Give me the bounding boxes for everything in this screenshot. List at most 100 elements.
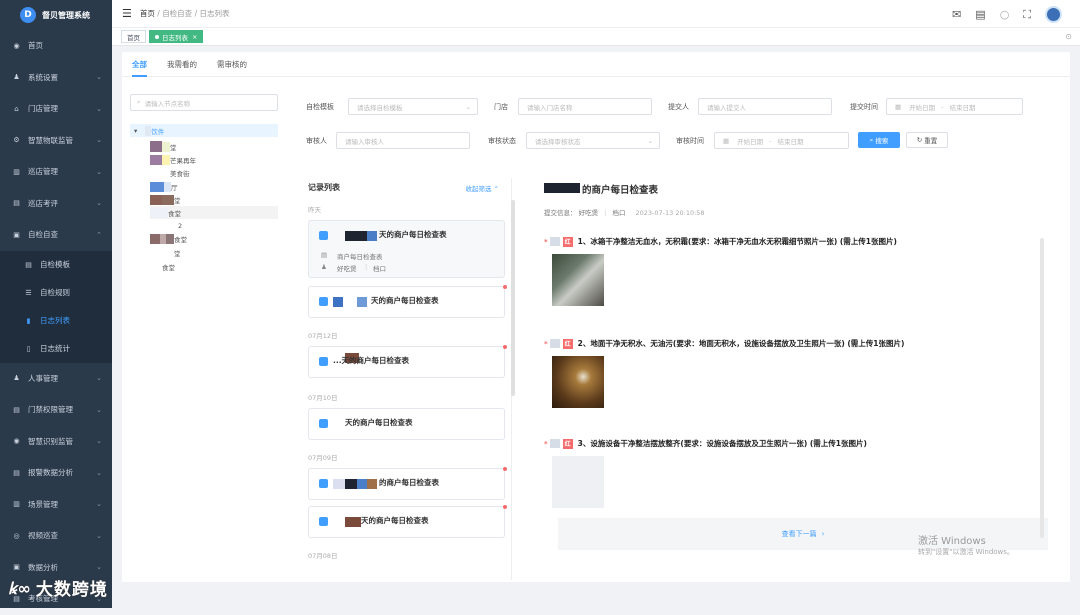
- store-label: 门店: [494, 102, 508, 111]
- detail-meta: 提交信息： 好吃煲 | 档口 2023-07-13 20:10:58: [544, 209, 705, 217]
- tree-node-label: 2: [178, 221, 183, 230]
- sidebar-item[interactable]: ⌂ 门店管理 ⌄: [0, 93, 112, 125]
- tag-log-list[interactable]: 日志列表 ×: [149, 30, 204, 43]
- search-button[interactable]: ⌕ 搜索: [858, 132, 900, 148]
- breadcrumb-home[interactable]: 首页: [140, 9, 155, 18]
- form-icon: [319, 297, 328, 306]
- tree-node-label: 食堂: [162, 263, 175, 272]
- chevron-down-icon: ⌄: [96, 468, 102, 477]
- record-card[interactable]: 天的商户每日检查表: [308, 505, 507, 538]
- tag-home[interactable]: 首页: [121, 30, 146, 43]
- image-icon: [549, 237, 560, 246]
- tree-node[interactable]: 食堂: [150, 206, 278, 219]
- form-icon: [319, 231, 328, 240]
- sidebar-item[interactable]: ▥ 巡店管理 ⌄: [0, 156, 112, 188]
- sidebar-item[interactable]: ◉ 智慧识别监管 ⌄: [0, 426, 112, 458]
- detail-scrollbar[interactable]: [1040, 238, 1044, 538]
- sidebar-item[interactable]: ▤ 报警数据分析 ⌄: [0, 457, 112, 489]
- hamburger-icon[interactable]: ☰: [122, 7, 132, 20]
- brand-logo-icon: ꝃ∞: [8, 578, 32, 598]
- video-icon: ◎: [13, 531, 20, 540]
- equipment-photo[interactable]: [552, 456, 604, 508]
- dashboard-icon: ◉: [13, 41, 20, 50]
- tree-search-input[interactable]: ⌕ 请输入节点名称: [130, 94, 278, 111]
- sidebar-item[interactable]: ▤ 巡店考评 ⌄: [0, 188, 112, 220]
- record-card[interactable]: 的商户每日检查表: [308, 467, 507, 500]
- tree-root[interactable]: ▾ 饮件: [130, 124, 278, 137]
- image-icon: [549, 339, 560, 348]
- reset-button[interactable]: ↻ 重置: [906, 132, 948, 148]
- blurred-block: [345, 517, 361, 527]
- blurred-block: [333, 297, 343, 307]
- sidebar-item[interactable]: ◎ 视频巡查 ⌄: [0, 520, 112, 552]
- brand-text: 大数跨境: [35, 580, 108, 600]
- sidebar-item-label: 数据分析: [28, 562, 58, 572]
- tree-node[interactable]: 堂: [150, 140, 177, 153]
- floor-photo[interactable]: [552, 356, 604, 408]
- sidebar-item[interactable]: ▤ 门禁权限管理 ⌄: [0, 394, 112, 426]
- template-select[interactable]: 请选择自检模板 ⌄: [348, 98, 478, 115]
- sidebar-item[interactable]: ☰ 自检规则: [0, 279, 112, 307]
- tree-node[interactable]: 美食街: [170, 166, 190, 179]
- tree-node[interactable]: 食堂: [150, 232, 187, 245]
- record-title: 的商户每日检查表: [379, 478, 439, 487]
- question-text: 1、冰箱干净整洁无血水，无积霜(要求：冰箱干净无血水无积霜细节照片一张) (需上…: [577, 237, 897, 246]
- tree-node[interactable]: 2: [178, 219, 182, 232]
- breadcrumb-section[interactable]: 自检自查: [162, 9, 192, 18]
- tree-node[interactable]: 食堂: [162, 260, 175, 273]
- search-icon[interactable]: ○: [1000, 8, 1010, 21]
- sidebar-item[interactable]: ♟ 系统设置 ⌄: [0, 62, 112, 94]
- red-badge: 红: [562, 438, 573, 449]
- tab-review[interactable]: 需审核的: [217, 52, 247, 77]
- record-list-title: 记录列表: [308, 183, 340, 192]
- sidebar-item[interactable]: ▣ 自检自查 ⌃: [0, 219, 112, 251]
- record-card[interactable]: ...天的商户每日检查表: [308, 345, 507, 378]
- sidebar-item[interactable]: ▥ 场景管理 ⌄: [0, 489, 112, 521]
- mail-icon[interactable]: ✉: [952, 8, 961, 21]
- date-label: 07月10日: [308, 394, 338, 402]
- record-card[interactable]: 天的商户每日检查表: [308, 285, 507, 318]
- sidebar-item[interactable]: ▯ 日志统计: [0, 335, 112, 363]
- store-placeholder: 请输入门店名称: [527, 103, 573, 112]
- sidebar-item-label: 首页: [28, 41, 43, 51]
- close-icon[interactable]: ×: [192, 33, 197, 41]
- activation-watermark: 激活 Windows: [918, 536, 986, 547]
- form-icon: [319, 357, 328, 366]
- record-card[interactable]: 天的商户每日检查表: [308, 408, 505, 440]
- tag-log-list-label: 日志列表: [162, 33, 188, 42]
- sidebar-item[interactable]: ◉ 首页: [0, 30, 112, 62]
- submitter-input[interactable]: 请输入提交人: [698, 98, 832, 115]
- fullscreen-icon[interactable]: ⛶: [1023, 8, 1031, 22]
- record-list-scrollbar[interactable]: [511, 200, 515, 396]
- tree-node[interactable]: 芒果再年: [150, 153, 196, 166]
- sidebar-item[interactable]: ▤ 自检模板: [0, 251, 112, 279]
- review-date-range[interactable]: ▦ 开始日期 - 结束日期: [714, 132, 849, 149]
- tree-node[interactable]: 堂: [150, 193, 181, 206]
- tree-node[interactable]: 堂: [174, 246, 181, 259]
- app-title: 督贝管理系统: [42, 10, 90, 20]
- fridge-photo[interactable]: [552, 254, 604, 306]
- sidebar-item[interactable]: ♟ 人事管理 ⌄: [0, 363, 112, 395]
- collapse-filter-link[interactable]: 收起筛选 ⌃: [465, 183, 499, 193]
- submit-time-label: 提交时间: [850, 102, 878, 111]
- record-card[interactable]: 天的商户每日检查表 ▤ 商户每日检查表 ♟ 好吃煲 | 档口: [308, 220, 505, 278]
- tab-mine[interactable]: 我需看的: [167, 52, 197, 77]
- form-icon: [319, 517, 328, 526]
- store-input[interactable]: 请输入门店名称: [518, 98, 652, 115]
- image-icon: [549, 439, 560, 448]
- settings-icon[interactable]: ⊙: [1065, 32, 1072, 41]
- reviewer-input[interactable]: 请输入审核人: [336, 132, 470, 149]
- sidebar-item[interactable]: ▮ 日志列表: [0, 307, 112, 335]
- tree-node[interactable]: 厅: [150, 180, 178, 193]
- avatar[interactable]: [1045, 6, 1062, 23]
- status-select[interactable]: 请选择审核状态 ⌄: [526, 132, 660, 149]
- submit-date-range[interactable]: ▦ 开始日期 - 结束日期: [886, 98, 1023, 115]
- sidebar-item-label: 日志统计: [40, 344, 70, 353]
- chevron-down-icon: ⌄: [96, 104, 102, 113]
- sidebar-item[interactable]: ⚙ 智慧物联监管 ⌄: [0, 125, 112, 157]
- question-item: * 红 1、冰箱干净整洁无血水，无积霜(要求：冰箱干净无血水无积霜细节照片一张)…: [544, 236, 897, 247]
- tab-all[interactable]: 全部: [132, 52, 147, 77]
- breadcrumb-current: 日志列表: [199, 9, 230, 18]
- chevron-down-icon: ⌄: [96, 136, 102, 145]
- document-icon[interactable]: ▤: [975, 8, 985, 21]
